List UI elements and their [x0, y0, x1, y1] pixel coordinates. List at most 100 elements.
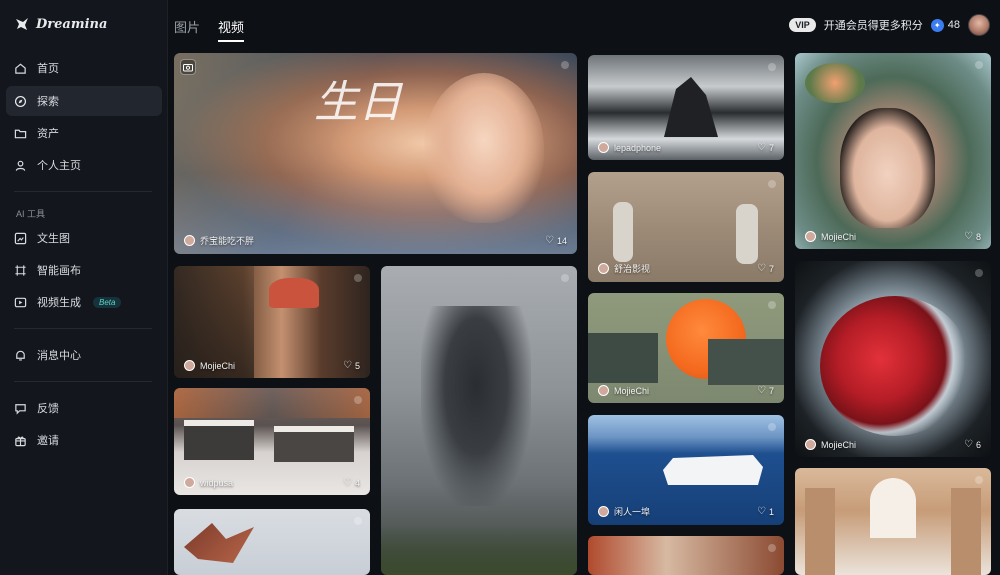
gift-icon [14, 434, 27, 447]
camera-icon [180, 59, 196, 75]
video-card[interactable]: 舒治影视 ♡ 7 [588, 172, 784, 282]
card-meta: lepadphone ♡ 7 [598, 142, 774, 153]
column [951, 488, 981, 575]
creature [421, 306, 531, 506]
author-name[interactable]: 乔宝能吃不胖 [200, 234, 254, 247]
portrait-face [424, 73, 544, 223]
video-card[interactable] [381, 266, 577, 575]
credit-coin-icon: ✦ [930, 18, 944, 32]
more-icon[interactable] [768, 301, 776, 309]
heart-icon: ♡ [757, 142, 766, 153]
video-card[interactable]: MojieChi ♡ 6 [795, 261, 991, 457]
video-card[interactable] [795, 468, 991, 575]
more-icon[interactable] [561, 274, 569, 282]
video-icon [14, 296, 27, 309]
video-card[interactable]: widpusa ♡ 4 [174, 388, 370, 495]
author-name[interactable]: MojieChi [200, 361, 235, 371]
sidebar: Dreamina 首页 探索 资产 个人主页 AI 工具 文生图 智能画布 视频… [0, 0, 168, 575]
card-meta: widpusa ♡ 4 [184, 477, 360, 488]
video-card[interactable]: MojieChi ♡ 8 [795, 53, 991, 249]
avatar[interactable] [968, 14, 990, 36]
heart-icon: ♡ [343, 477, 352, 488]
more-icon[interactable] [354, 396, 362, 404]
avatar [598, 142, 609, 153]
like-count: 6 [975, 439, 981, 450]
heart-icon: ♡ [757, 385, 766, 396]
home-icon [14, 62, 27, 75]
video-card[interactable]: 闲人一埠 ♡ 1 [588, 415, 784, 525]
like-count: 7 [768, 142, 774, 153]
divider [14, 328, 152, 329]
canvas-icon [14, 264, 27, 277]
flowers [805, 63, 865, 103]
video-card[interactable] [174, 509, 370, 575]
author-name[interactable]: MojieChi [821, 232, 856, 242]
column [805, 488, 835, 575]
more-icon[interactable] [975, 61, 983, 69]
sidebar-item-assets[interactable]: 资产 [6, 118, 162, 148]
more-icon[interactable] [768, 423, 776, 431]
video-overlay-title: 生日 [314, 77, 402, 128]
sidebar-item-invite[interactable]: 邀请 [6, 425, 162, 455]
more-icon[interactable] [768, 544, 776, 552]
author-name[interactable]: MojieChi [821, 440, 856, 450]
divider [14, 191, 152, 192]
heart-icon: ♡ [964, 231, 973, 242]
video-card[interactable] [588, 536, 784, 575]
user-icon [14, 159, 27, 172]
card-meta: MojieChi ♡ 6 [805, 439, 981, 450]
knit-hat [269, 278, 319, 308]
tab-images[interactable]: 图片 [174, 17, 200, 42]
more-icon[interactable] [768, 63, 776, 71]
avatar [184, 360, 195, 371]
sidebar-item-label: 视频生成 [37, 297, 81, 309]
video-card[interactable]: MojieChi ♡ 5 [174, 266, 370, 378]
cherry-bowl [820, 296, 970, 436]
more-icon[interactable] [354, 517, 362, 525]
more-icon[interactable] [975, 476, 983, 484]
sidebar-item-label: 文生图 [37, 233, 70, 245]
heart-icon: ♡ [964, 439, 973, 450]
like-count: 8 [975, 231, 981, 242]
sidebar-item-label: 智能画布 [37, 265, 81, 277]
sidebar-item-home[interactable]: 首页 [6, 53, 162, 83]
sidebar-item-video-generation[interactable]: 视频生成 Beta [6, 287, 162, 317]
avatar [805, 439, 816, 450]
author-name[interactable]: MojieChi [614, 386, 649, 396]
author-name[interactable]: 闲人一埠 [614, 505, 650, 518]
astronaut [613, 202, 633, 262]
more-icon[interactable] [768, 180, 776, 188]
more-icon[interactable] [975, 269, 983, 277]
credits-value: 48 [947, 19, 960, 31]
sidebar-item-explore[interactable]: 探索 [6, 86, 162, 116]
author-name[interactable]: 舒治影视 [614, 262, 650, 275]
more-icon[interactable] [354, 274, 362, 282]
card-meta: 闲人一埠 ♡ 1 [598, 505, 774, 518]
sidebar-item-feedback[interactable]: 反馈 [6, 393, 162, 423]
vip-badge[interactable]: VIP [789, 18, 816, 32]
video-card[interactable]: lepadphone ♡ 7 [588, 55, 784, 160]
sidebar-item-messages[interactable]: 消息中心 [6, 340, 162, 370]
topbar-right: VIP 开通会员得更多积分 ✦ 48 [789, 14, 990, 36]
house [274, 426, 354, 462]
video-card[interactable]: MojieChi ♡ 7 [588, 293, 784, 403]
astronaut [736, 204, 758, 264]
building [588, 333, 658, 383]
video-card[interactable]: 生日 乔宝能吃不胖 ♡ 14 [174, 53, 577, 254]
credits-counter[interactable]: ✦ 48 [930, 18, 960, 32]
vip-promo-link[interactable]: 开通会员得更多积分 [824, 17, 923, 33]
heart-icon: ♡ [343, 360, 352, 371]
author-name[interactable]: widpusa [200, 478, 233, 488]
portrait-face [840, 108, 935, 228]
avatar [805, 231, 816, 242]
sidebar-item-smart-canvas[interactable]: 智能画布 [6, 255, 162, 285]
sidebar-item-text-to-image[interactable]: 文生图 [6, 223, 162, 253]
more-icon[interactable] [561, 61, 569, 69]
author-name[interactable]: lepadphone [614, 143, 661, 153]
sidebar-item-profile[interactable]: 个人主页 [6, 150, 162, 180]
avatar [598, 263, 609, 274]
logo[interactable]: Dreamina [14, 16, 107, 32]
tab-videos[interactable]: 视频 [218, 17, 245, 42]
arch-window [870, 478, 916, 538]
app-name: Dreamina [36, 16, 108, 32]
